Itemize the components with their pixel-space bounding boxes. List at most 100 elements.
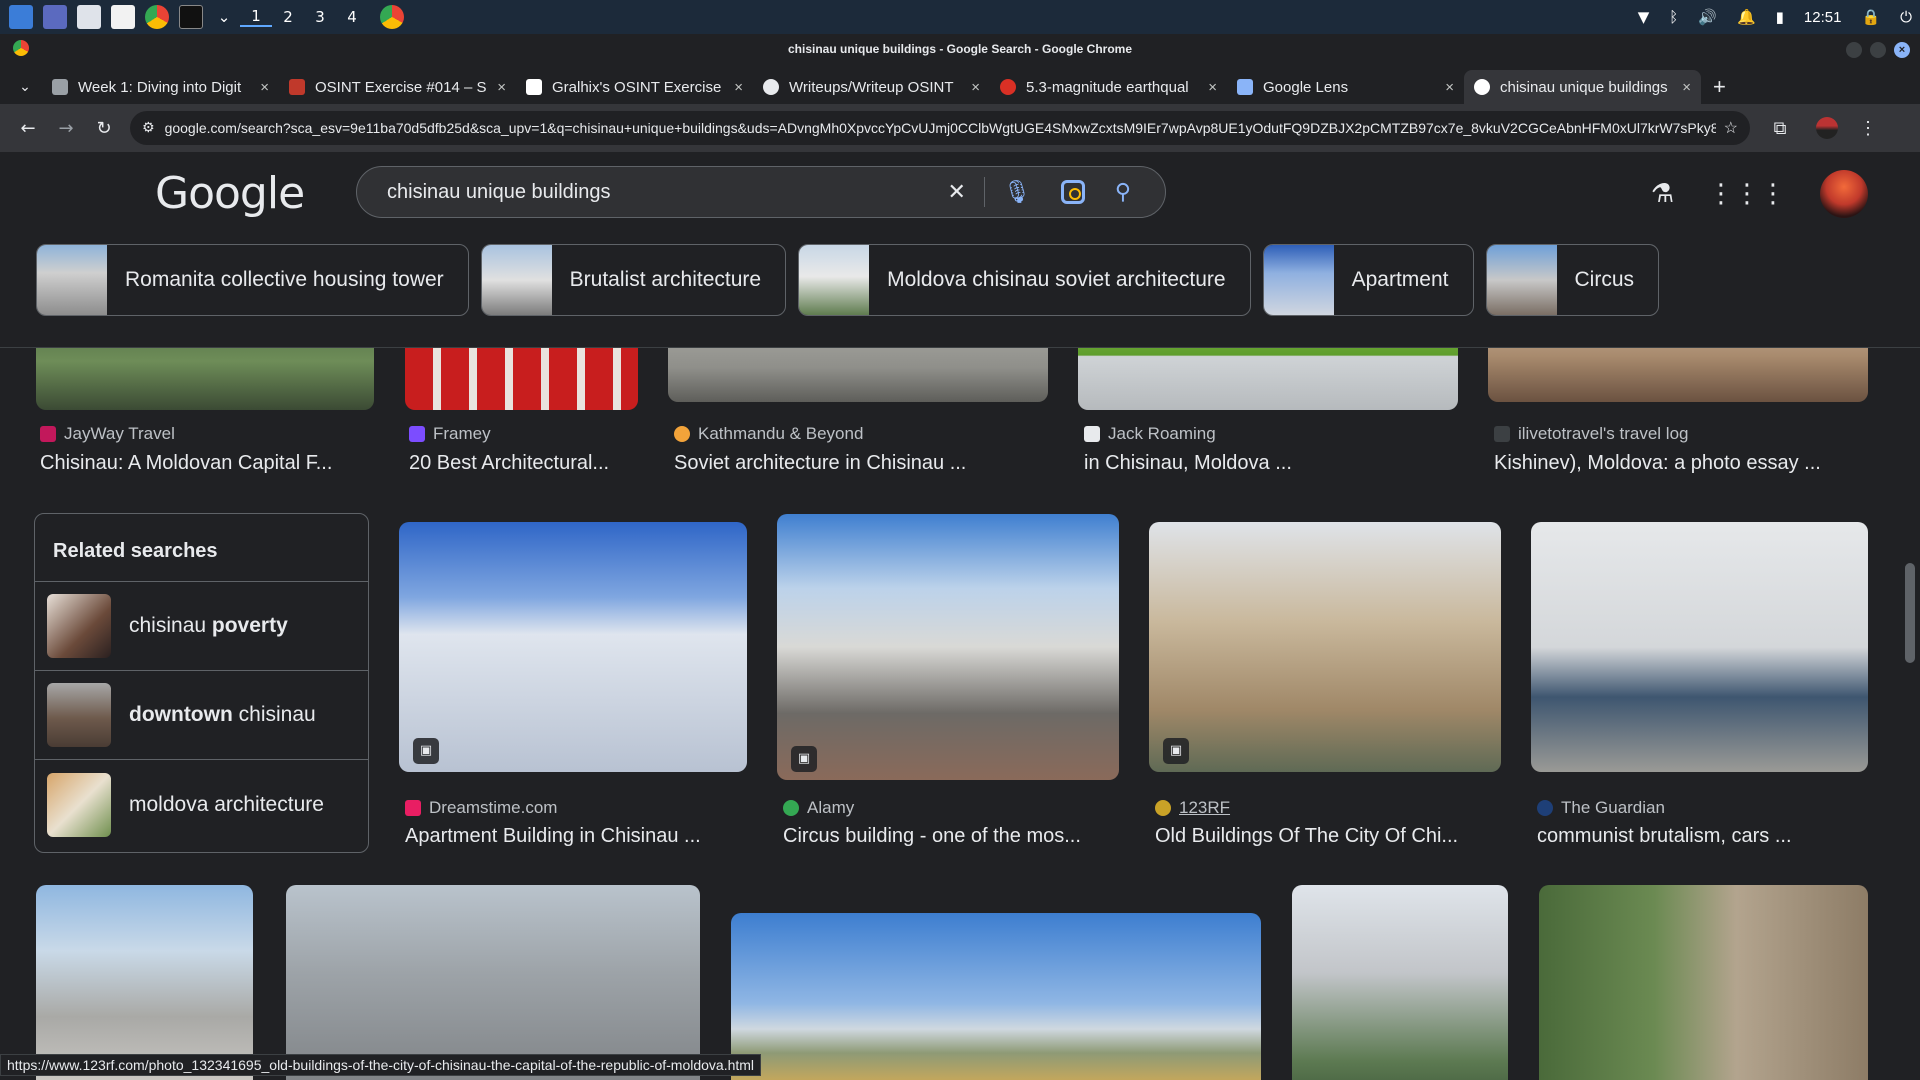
back-arrow-icon[interactable]: ← [10, 118, 46, 139]
tab-chisinau-search[interactable]: chisinau unique buildings × [1464, 70, 1701, 104]
volume-icon[interactable]: 🔊 [1698, 8, 1717, 26]
lock-icon[interactable]: 🔒 [1861, 8, 1880, 26]
result-image[interactable] [36, 348, 374, 410]
site-info-icon[interactable]: ⚙ [142, 120, 155, 136]
google-lens-camera-icon[interactable] [1060, 180, 1085, 204]
clear-search-icon[interactable]: ✕ [948, 180, 966, 205]
result-source[interactable]: Dreamstime.com [405, 798, 557, 818]
result-image[interactable] [731, 913, 1261, 1080]
address-bar[interactable]: ⚙ google.com/search?sca_esv=9e11ba70d5df… [130, 111, 1750, 145]
close-tab-icon[interactable]: × [971, 79, 980, 96]
close-tab-icon[interactable]: × [1208, 79, 1217, 96]
tab-gralhix[interactable]: Gralhix's OSINT Exercise × [516, 70, 753, 104]
chip-brutalist-architecture[interactable]: Brutalist architecture [480, 244, 787, 316]
tab-writeups[interactable]: Writeups/Writeup OSINT × [753, 70, 990, 104]
result-image[interactable] [286, 885, 700, 1080]
editor-icon[interactable] [111, 5, 135, 29]
search-box[interactable]: ✕ 🎙 ⚲ [356, 166, 1166, 218]
result-image[interactable] [1531, 522, 1868, 772]
wifi-icon[interactable]: ▼ [1638, 8, 1650, 26]
terminal-icon[interactable] [179, 5, 203, 29]
google-logo[interactable]: Google [155, 168, 305, 219]
result-image[interactable] [405, 348, 638, 410]
scrollbar-thumb[interactable] [1905, 563, 1915, 663]
new-tab-plus-icon[interactable]: + [1701, 74, 1738, 104]
result-caption[interactable]: Circus building - one of the mos... [783, 825, 1081, 848]
workspace-4[interactable]: 4 [336, 8, 368, 26]
account-avatar[interactable] [1820, 170, 1868, 218]
launcher-icon[interactable] [9, 5, 33, 29]
workspace-3[interactable]: 3 [304, 8, 336, 26]
result-source[interactable]: Alamy [783, 798, 854, 818]
related-item-downtown[interactable]: downtown chisinau [35, 671, 368, 760]
result-caption[interactable]: 20 Best Architectural... [409, 452, 609, 475]
page-scrollbar[interactable] [1900, 348, 1920, 1080]
maximize-button[interactable] [1870, 42, 1886, 58]
result-caption[interactable]: Kishinev), Moldova: a photo essay ... [1494, 452, 1821, 475]
profile-avatar-icon[interactable] [1816, 117, 1838, 139]
search-icon[interactable]: ⚲ [1115, 180, 1131, 205]
chip-moldova-soviet-architecture[interactable]: Moldova chisinau soviet architecture [798, 244, 1251, 316]
result-image[interactable] [36, 885, 253, 1080]
notification-bell-icon[interactable]: 🔔 [1737, 8, 1756, 26]
result-source[interactable]: Kathmandu & Beyond [674, 424, 863, 444]
reload-icon[interactable]: ↻ [86, 118, 122, 139]
chrome-icon[interactable] [145, 5, 169, 29]
result-image[interactable] [1292, 885, 1508, 1080]
tab-google-lens[interactable]: Google Lens × [1227, 70, 1464, 104]
result-source[interactable]: Jack Roaming [1084, 424, 1216, 444]
result-source[interactable]: Framey [409, 424, 491, 444]
kebab-menu-icon[interactable]: ⋮ [1850, 118, 1886, 139]
result-source[interactable]: JayWay Travel [40, 424, 175, 444]
tab-earthquake[interactable]: 5.3-magnitude earthqual × [990, 70, 1227, 104]
chip-circus[interactable]: Circus [1485, 244, 1660, 316]
power-icon[interactable]: ⏻ [1900, 8, 1912, 26]
chrome-window-icon[interactable] [380, 5, 404, 29]
result-image[interactable]: ▣ [399, 522, 747, 772]
chip-romanita-tower[interactable]: Romanita collective housing tower [36, 244, 469, 316]
result-source[interactable]: The Guardian [1537, 798, 1665, 818]
related-thumbnail [47, 594, 111, 658]
minimize-button[interactable] [1846, 42, 1862, 58]
result-image[interactable]: ▣ [777, 514, 1119, 780]
result-caption[interactable]: in Chisinau, Moldova ... [1084, 452, 1292, 475]
search-input[interactable] [387, 180, 934, 204]
tab-week1[interactable]: Week 1: Diving into Digit × [42, 70, 279, 104]
result-source[interactable]: 123RF [1155, 798, 1230, 818]
close-tab-icon[interactable]: × [1445, 79, 1454, 96]
chevron-down-icon[interactable]: ⌄ [208, 8, 240, 26]
result-image[interactable] [1488, 348, 1868, 402]
apps-grid-icon[interactable]: ⋮⋮⋮ [1708, 179, 1786, 209]
result-source[interactable]: ilivetotravel's travel log [1494, 424, 1688, 444]
related-item-moldova-architecture[interactable]: moldova architecture [35, 760, 368, 849]
tab-osint-exercise[interactable]: OSINT Exercise #014 – S × [279, 70, 516, 104]
close-tab-icon[interactable]: × [260, 79, 269, 96]
result-caption[interactable]: Chisinau: A Moldovan Capital F... [40, 452, 332, 475]
workspace-2[interactable]: 2 [272, 8, 304, 26]
result-image[interactable]: ▣ [1149, 522, 1501, 772]
chip-apartment[interactable]: Apartment [1262, 244, 1474, 316]
workspace-1[interactable]: 1 [240, 7, 272, 27]
bookmark-star-icon[interactable]: ☆ [1724, 118, 1738, 138]
result-image[interactable] [668, 348, 1048, 402]
tab-search-chevron-icon[interactable]: ⌄ [8, 70, 42, 104]
bluetooth-icon[interactable]: ᛒ [1669, 8, 1678, 26]
result-caption[interactable]: Apartment Building in Chisinau ... [405, 825, 701, 848]
close-tab-icon[interactable]: × [1682, 79, 1691, 96]
result-image[interactable] [1078, 348, 1458, 410]
result-caption[interactable]: Soviet architecture in Chisinau ... [674, 452, 966, 475]
extensions-puzzle-icon[interactable]: ⧉ [1762, 118, 1798, 139]
forward-arrow-icon[interactable]: → [48, 118, 84, 139]
search-labs-flask-icon[interactable]: ⚗ [1651, 179, 1674, 209]
files-icon[interactable] [77, 5, 101, 29]
close-tab-icon[interactable]: × [497, 79, 506, 96]
close-window-button[interactable]: × [1894, 42, 1910, 58]
close-tab-icon[interactable]: × [734, 79, 743, 96]
result-caption[interactable]: Old Buildings Of The City Of Chi... [1155, 825, 1458, 848]
battery-icon[interactable]: ▮ [1776, 8, 1784, 26]
desktop-icon[interactable] [43, 5, 67, 29]
related-item-poverty[interactable]: chisinau poverty [35, 582, 368, 671]
result-caption[interactable]: communist brutalism, cars ... [1537, 825, 1792, 848]
microphone-icon[interactable]: 🎙 [1003, 180, 1031, 205]
result-image[interactable] [1539, 885, 1868, 1080]
